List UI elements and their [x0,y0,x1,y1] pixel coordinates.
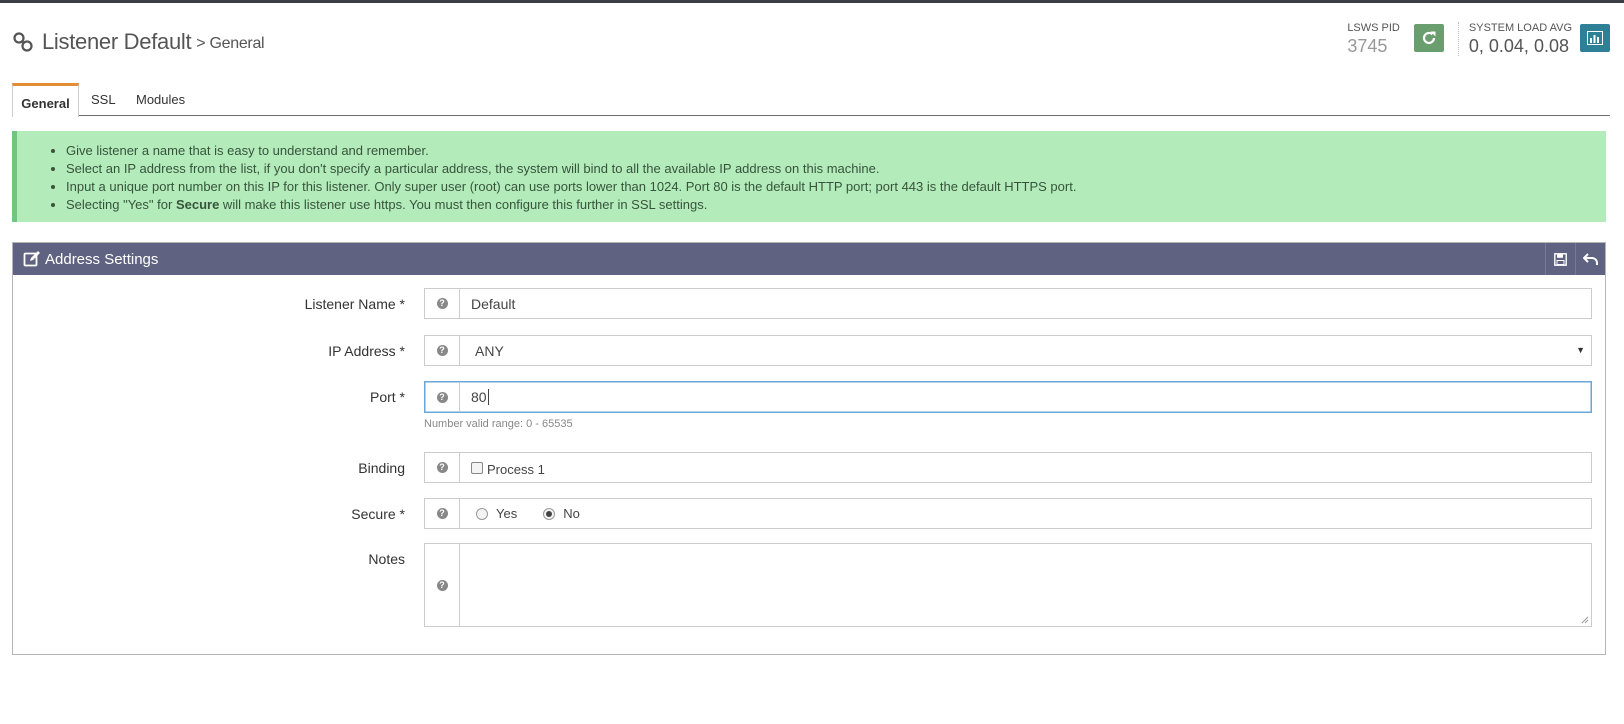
notes-field: ? [424,543,1592,627]
address-settings-panel: Address Settings Listener Name * ? Defau [12,242,1606,655]
help-button[interactable]: ? [425,289,460,318]
restart-button[interactable] [1413,24,1444,52]
secure-no-label: No [563,506,580,521]
server-stats: LSWS PID 3745 SYSTEM LOAD AVG 0, 0.04, 0… [1347,22,1610,57]
binding-field: ? Process 1 [424,452,1592,483]
tab-modules[interactable]: Modules [136,83,185,116]
link-icon [13,32,33,52]
process-1-label: Process 1 [487,461,545,477]
help-button[interactable]: ? [425,499,460,528]
info-bold: Secure [175,197,220,212]
info-item: Input a unique port number on this IP fo… [66,178,1606,196]
secure-options: Yes No [460,499,1591,528]
info-item: Give listener a name that is easy to und… [66,142,1606,160]
secure-yes-label: Yes [496,506,518,521]
info-item: Select an IP address from the list, if y… [66,160,1606,178]
question-icon: ? [436,391,448,403]
help-button[interactable]: ? [425,544,460,626]
question-icon: ? [436,298,448,309]
edit-icon [23,251,40,267]
question-icon: ? [436,579,448,591]
question-icon: ? [436,508,448,519]
panel-actions [1545,243,1605,275]
top-bar [0,0,1624,3]
secure-field: ? Yes No [424,498,1592,529]
resize-grip-icon[interactable] [1581,616,1589,624]
info-prefix: Selecting "Yes" for [66,197,176,212]
load-value: 0, 0.04, 0.08 [1468,36,1569,56]
page-title: Listener Default [42,29,192,54]
ip-address-field: ? ANY ▼ [424,335,1592,366]
info-item: Selecting "Yes" for Secure will make thi… [66,196,1606,214]
question-icon: ? [436,345,448,356]
notes-label: Notes [368,551,405,567]
port-hint: Number valid range: 0 - 65535 [424,418,573,430]
listener-name-field: ? Default [424,288,1592,319]
info-suffix: will make this listener use https. You m… [219,197,708,212]
undo-icon [1582,253,1598,265]
save-button[interactable] [1545,243,1575,275]
page-subtitle: > General [196,35,265,52]
pid-value: 3745 [1347,36,1388,56]
bar-chart-icon [1587,31,1603,45]
save-icon [1554,252,1567,266]
ip-address-label: IP Address * [328,343,405,359]
panel-header: Address Settings [13,243,1605,275]
secure-label: Secure * [351,506,405,522]
listener-name-input[interactable]: Default [460,289,1591,318]
binding-label: Binding [358,460,405,476]
page-header: Listener Default > General [12,24,265,60]
load-stat: SYSTEM LOAD AVG 0, 0.04, 0.08 [1469,22,1572,57]
panel-title: Address Settings [45,250,159,268]
info-box: Give listener a name that is easy to und… [12,131,1606,222]
port-label: Port * [369,389,405,405]
text-caret [487,389,489,405]
process-1-checkbox[interactable] [471,462,483,474]
dropdown-arrow-icon: ▼ [1576,345,1585,355]
tab-ssl[interactable]: SSL [91,83,116,116]
listener-name-label: Listener Name * [304,296,405,312]
ip-address-select[interactable]: ANY ▼ [460,336,1591,365]
chart-button[interactable] [1580,24,1610,52]
port-value: 80 [471,389,487,405]
radio-selected-dot [546,510,553,517]
undo-button[interactable] [1575,243,1605,275]
ip-address-selected: ANY [475,342,504,359]
port-input[interactable]: 80 [460,382,1591,412]
question-icon: ? [436,462,448,473]
help-button[interactable]: ? [425,453,460,482]
binding-options: Process 1 [460,453,1591,482]
notes-textarea[interactable] [460,544,1591,626]
help-button[interactable]: ? [425,382,460,412]
stats-divider [1457,22,1459,56]
secure-no-option[interactable]: No [543,506,580,521]
pid-stat: LSWS PID 3745 [1347,22,1400,57]
tab-general[interactable]: General [12,83,79,117]
secure-no-radio[interactable] [543,507,556,520]
load-label: SYSTEM LOAD AVG [1468,22,1572,34]
refresh-icon [1422,31,1436,45]
help-button[interactable]: ? [425,336,460,365]
port-field: ? 80 [424,381,1592,413]
secure-yes-radio[interactable] [476,507,488,520]
secure-yes-option[interactable]: Yes [476,506,517,521]
tab-bar: General SSL Modules [12,83,1610,117]
pid-label: LSWS PID [1347,22,1400,34]
